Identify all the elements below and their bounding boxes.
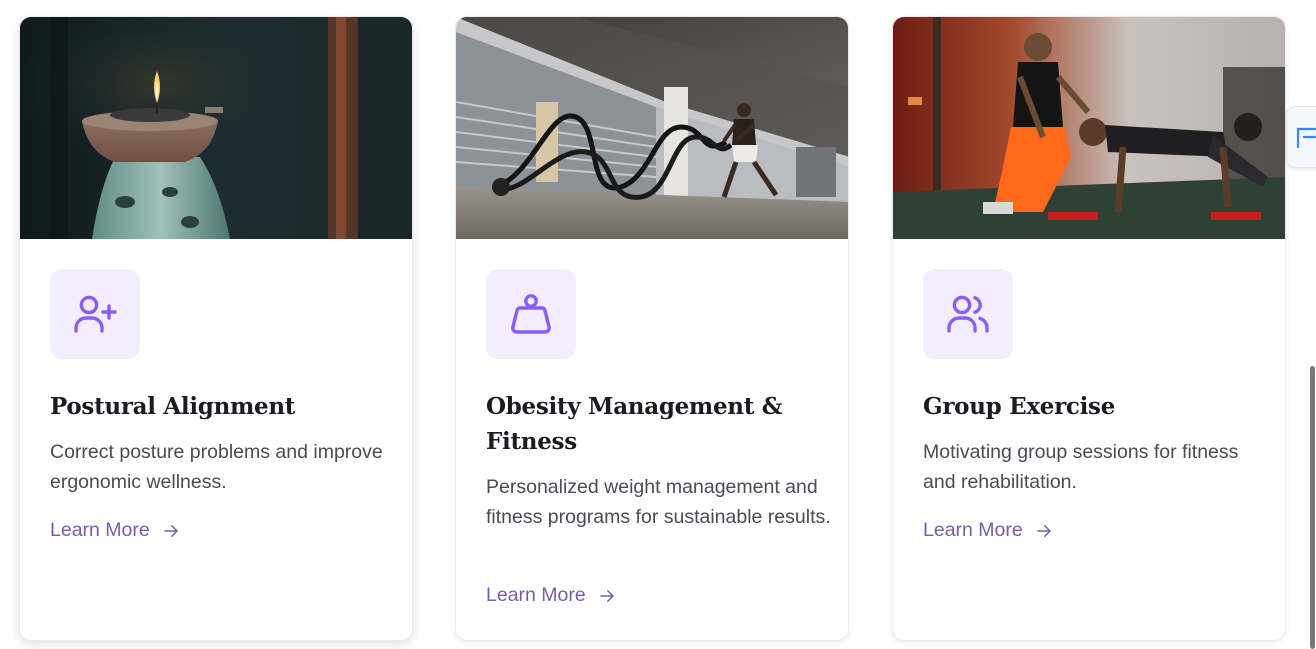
users-icon xyxy=(947,295,989,333)
weight-icon-tile xyxy=(486,269,576,359)
learn-more-label: Learn More xyxy=(923,519,1023,541)
card-description: Correct posture problems and improve erg… xyxy=(50,441,383,493)
card-title: Obesity Management & Fitness xyxy=(486,393,783,455)
service-card-postural-alignment: Postural Alignment Correct posture probl… xyxy=(19,16,413,641)
scrollbar-thumb[interactable] xyxy=(1310,366,1315,649)
learn-more-link[interactable]: Learn More xyxy=(50,519,180,542)
card-title: Group Exercise xyxy=(923,393,1116,420)
service-card-obesity-management: Obesity Management & Fitness Personalize… xyxy=(455,16,849,641)
card-description: Personalized weight management and fitne… xyxy=(486,476,831,528)
card-description: Motivating group sessions for fitness an… xyxy=(923,441,1239,493)
card-title: Postural Alignment xyxy=(50,393,296,420)
page-scrollbar[interactable] xyxy=(1308,0,1316,649)
arrow-right-icon xyxy=(599,589,614,602)
user-plus-icon xyxy=(74,295,117,333)
learn-more-link[interactable]: Learn More xyxy=(486,584,616,607)
services-card-grid: Postural Alignment Correct posture probl… xyxy=(19,16,1287,649)
learn-more-link[interactable]: Learn More xyxy=(923,519,1053,542)
battle-rope-photo xyxy=(456,17,848,239)
candle-photo xyxy=(20,17,412,239)
user-plus-icon-tile xyxy=(50,269,140,359)
learn-more-label: Learn More xyxy=(50,519,150,541)
service-card-group-exercise: Group Exercise Motivating group sessions… xyxy=(892,16,1286,641)
arrow-right-icon xyxy=(1036,524,1051,537)
arrow-right-icon xyxy=(163,524,178,537)
learn-more-label: Learn More xyxy=(486,584,586,606)
users-icon-tile xyxy=(923,269,1013,359)
weight-icon xyxy=(511,294,551,334)
trainer-pushup-photo xyxy=(893,17,1285,239)
